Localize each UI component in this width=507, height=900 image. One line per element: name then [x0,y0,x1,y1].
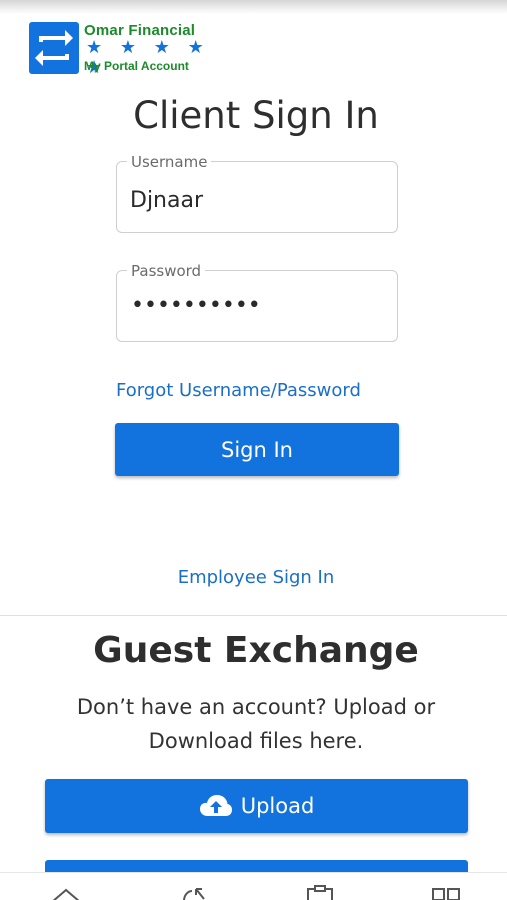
grid-icon[interactable] [427,883,467,900]
clipboard-icon[interactable] [300,883,340,900]
upload-button[interactable]: Upload [45,779,468,833]
guest-exchange-description: Don’t have an account? Upload or Downloa… [76,695,436,753]
home-icon[interactable] [46,883,86,900]
company-logo: Omar Financial ★ ★ ★ ★ ★ My Portal Accou… [29,22,229,78]
bottom-navigation-bar [0,872,507,900]
password-input[interactable]: •••••••••• [131,293,261,318]
sign-in-button[interactable]: Sign In [115,423,399,476]
logo-subtitle: My Portal Account [84,59,189,73]
employee-sign-in-link[interactable]: Employee Sign In [0,567,507,588]
top-shadow [0,0,507,14]
guest-exchange-title: Guest Exchange [93,630,419,671]
username-input[interactable]: Djnaar [130,188,203,213]
page-title: Client Sign In [133,94,379,137]
refresh-icon[interactable] [174,883,214,900]
cloud-upload-icon [199,795,232,816]
exchange-arrows-icon [29,22,79,74]
password-label: Password [127,262,206,280]
forgot-credentials-link[interactable]: Forgot Username/Password [116,380,361,401]
password-field[interactable]: Password •••••••••• [116,262,398,342]
upload-button-label: Upload [240,794,315,818]
sign-in-button-label: Sign In [221,437,293,462]
username-field[interactable]: Username Djnaar [116,153,398,233]
section-divider [0,615,507,616]
username-label: Username [127,153,212,171]
